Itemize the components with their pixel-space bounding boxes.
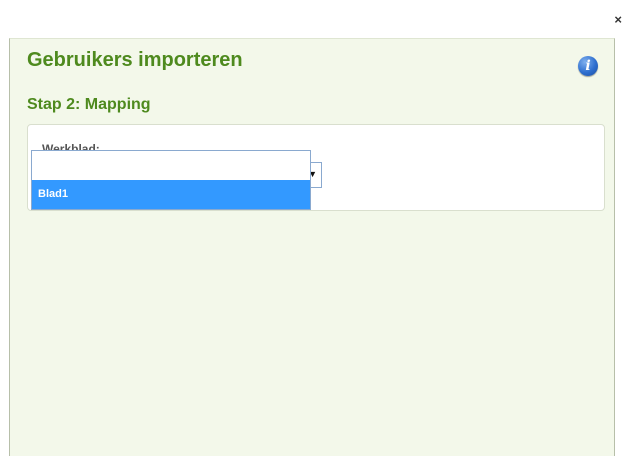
close-icon[interactable]: × [614, 13, 622, 27]
step-title: Stap 2: Mapping [27, 96, 151, 113]
dropdown-option-blad1[interactable]: Blad1 [32, 180, 310, 209]
info-icon[interactable]: i [578, 56, 598, 76]
window-top-bar: × [0, 0, 624, 38]
import-users-dialog: Gebruikers importeren i Stap 2: Mapping … [9, 38, 615, 456]
dropdown-option-empty[interactable] [32, 151, 310, 180]
worksheet-dropdown-list: Blad1 [31, 150, 311, 210]
dialog-title: Gebruikers importeren [27, 49, 243, 71]
